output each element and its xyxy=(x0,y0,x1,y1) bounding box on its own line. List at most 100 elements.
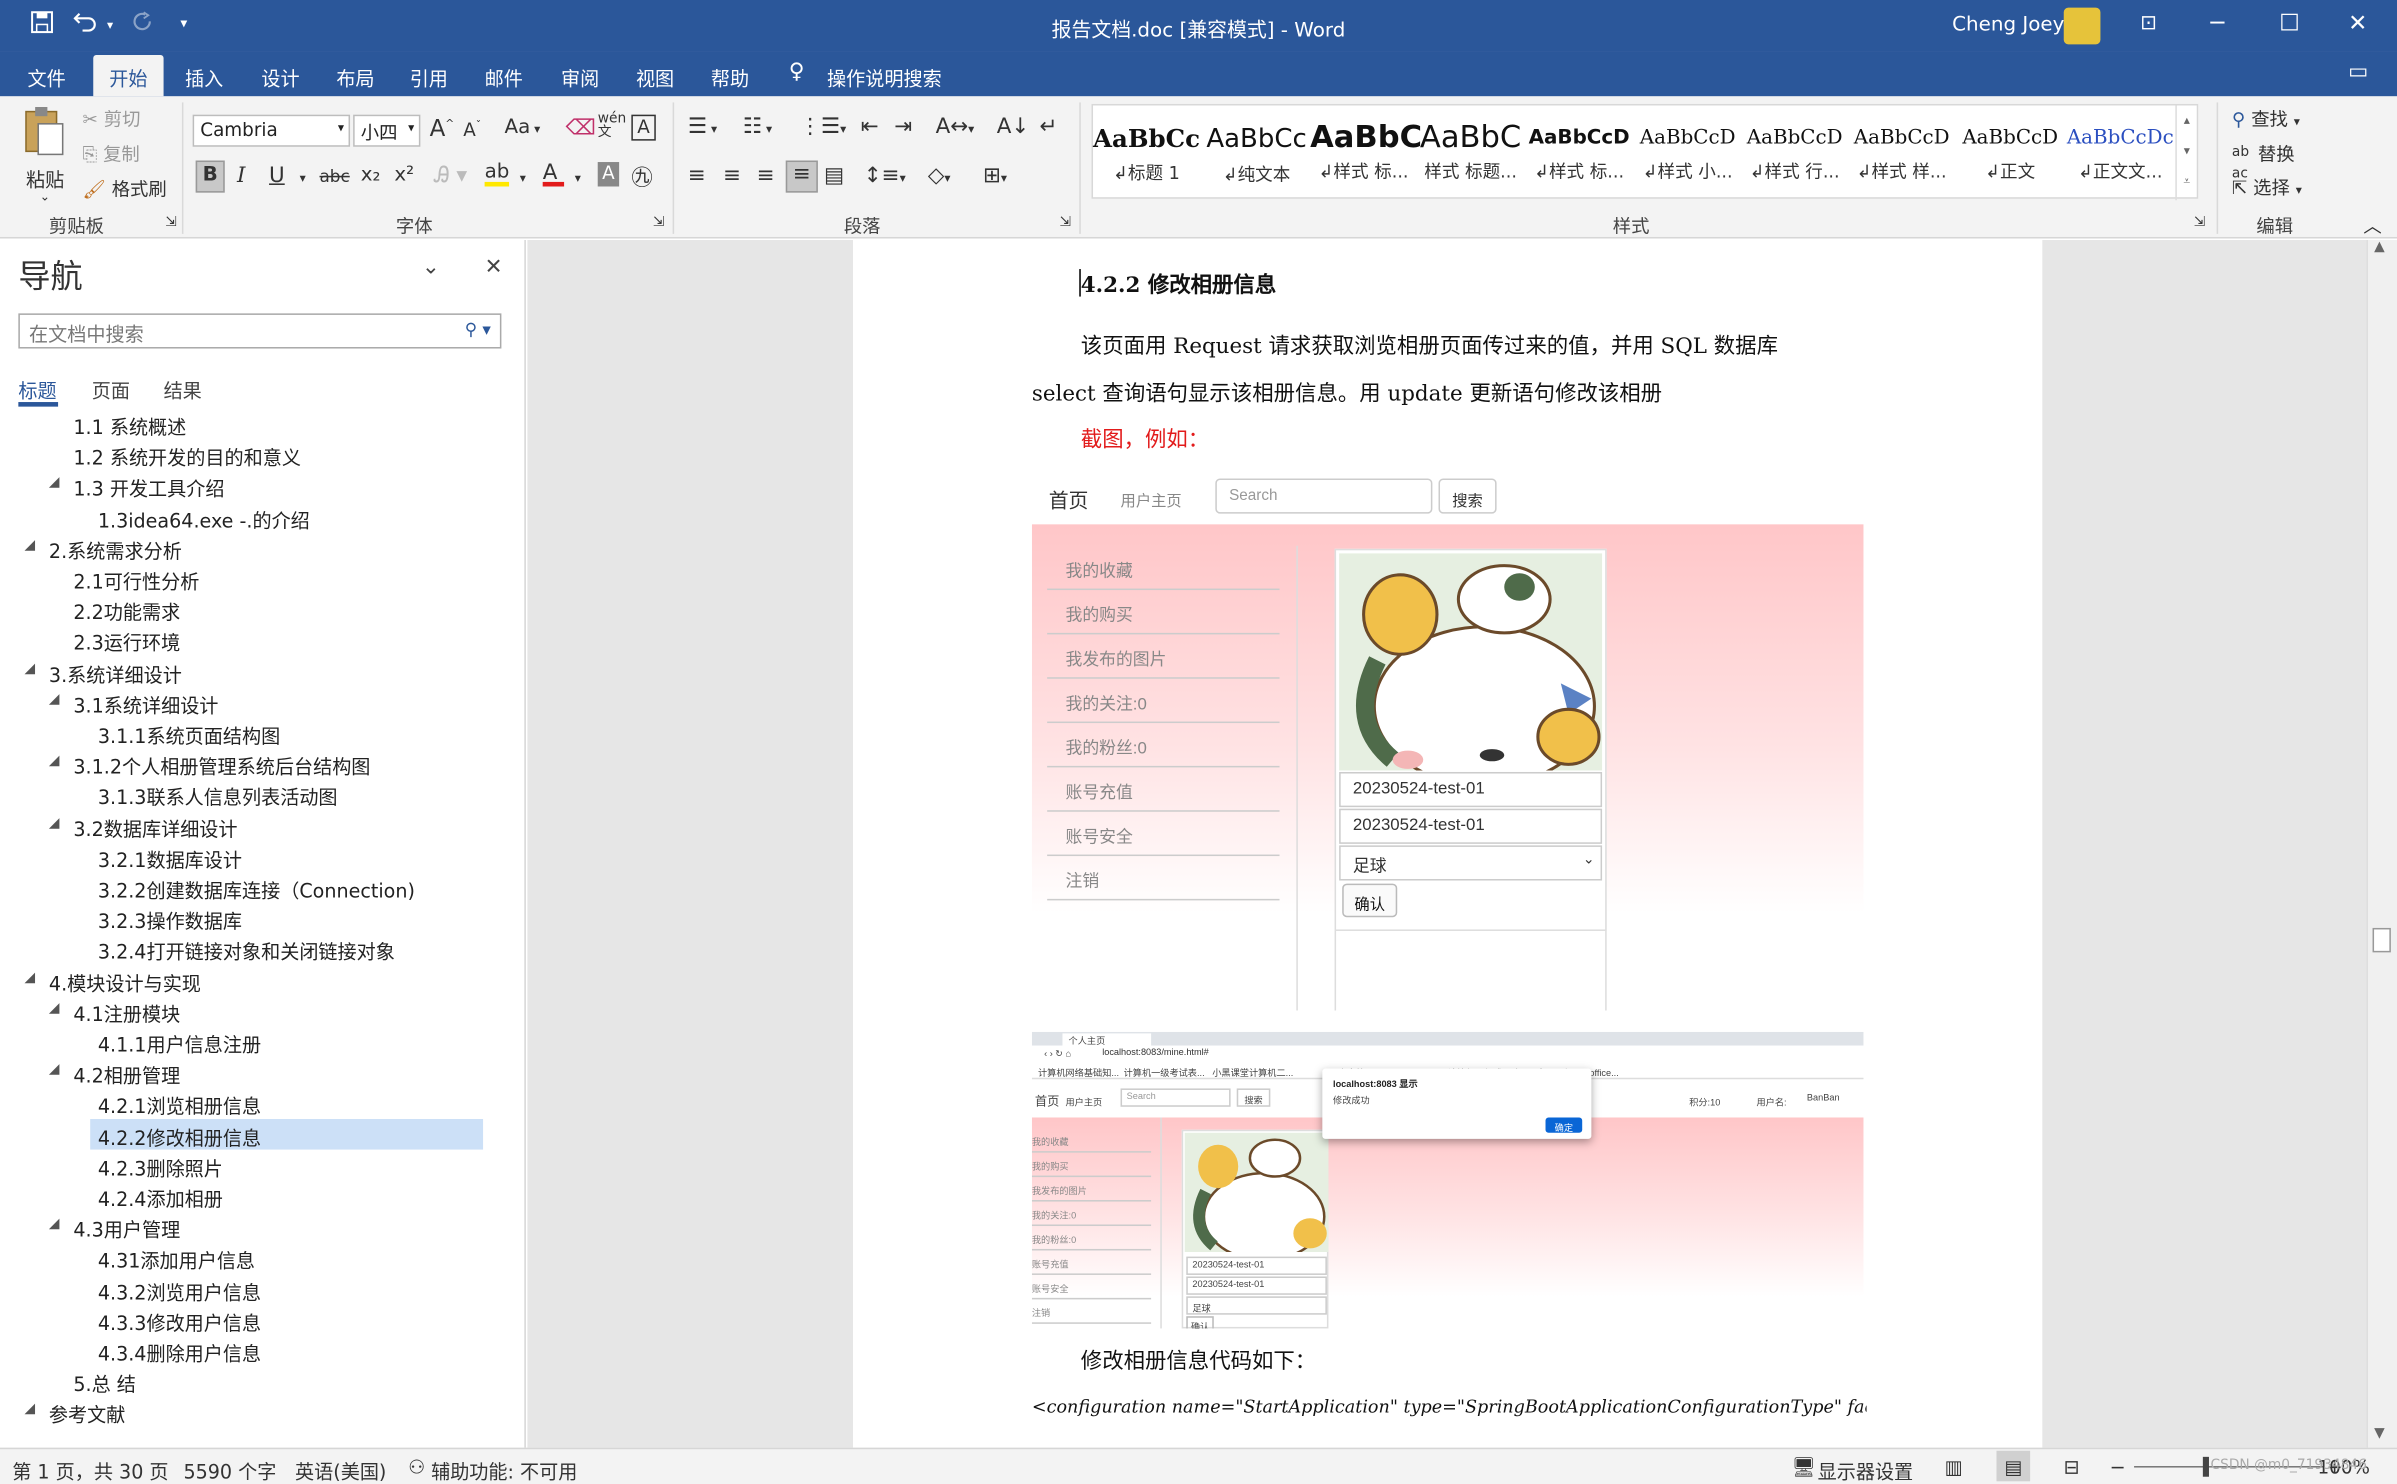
tab-home[interactable]: 开始 xyxy=(93,55,164,97)
style-line[interactable]: AaBbCcD ↲样式 行... xyxy=(1741,105,1848,200)
print-layout-icon[interactable]: ▤ xyxy=(1996,1450,2031,1482)
collapse-triangle-icon[interactable]: ◢ xyxy=(24,661,35,676)
tab-insert[interactable]: 插入 xyxy=(185,63,223,92)
paste-dropdown-icon[interactable]: ⌄ xyxy=(40,190,50,204)
bullets-icon[interactable]: ☰ ▾ xyxy=(688,115,717,139)
highlight-dropdown-icon[interactable]: ▾ xyxy=(520,171,526,185)
collapse-triangle-icon[interactable]: ◢ xyxy=(24,970,35,985)
nav-heading-item[interactable]: 4.2.1浏览相册信息 xyxy=(0,1088,520,1118)
nav-heading-item[interactable]: 4.2.4添加相册 xyxy=(0,1180,520,1211)
font-size-select[interactable]: 小四 ▾ xyxy=(353,114,421,147)
collapse-ribbon-icon[interactable]: ︿ xyxy=(2363,212,2381,238)
increase-indent-icon[interactable]: ⇥ xyxy=(894,115,912,139)
style-normal[interactable]: AaBbCcD ↲正文 xyxy=(1957,105,2064,200)
document-page[interactable]: 4.2.2 修改相册信息 该页面用 Request 请求获取浏览相册页面传过来的… xyxy=(853,240,2043,1448)
nav-heading-item[interactable]: ◢ 4.1注册模块 xyxy=(0,995,520,1025)
clipboard-launcher-icon[interactable]: ⇲ xyxy=(165,216,177,231)
subscript-button[interactable]: x₂ xyxy=(361,164,381,187)
replace-label[interactable]: 替换 xyxy=(2258,141,2295,167)
sort-icon[interactable]: A↓ xyxy=(997,115,1030,139)
nav-heading-item[interactable]: 3.2.1数据库设计 xyxy=(0,840,520,871)
nav-heading-item[interactable]: 3.2.3操作数据库 xyxy=(0,902,520,933)
collapse-triangle-icon[interactable]: ◢ xyxy=(49,816,60,831)
nav-heading-item[interactable]: ◢ 3.系统详细设计 xyxy=(0,655,520,685)
nav-heading-item[interactable]: 4.1.1用户信息注册 xyxy=(0,1026,520,1056)
strikethrough-button[interactable]: abc xyxy=(319,167,349,187)
style-plain-text[interactable]: AaBbCc ↲纯文本 xyxy=(1203,105,1310,200)
nav-heading-item[interactable]: ◢ 2.系统需求分析 xyxy=(0,532,520,562)
tab-file[interactable]: 文件 xyxy=(28,63,66,92)
font-color-dropdown-icon[interactable]: ▾ xyxy=(575,171,581,185)
collapse-triangle-icon[interactable]: ◢ xyxy=(49,1063,60,1078)
nav-heading-item[interactable]: ◢ 4.模块设计与实现 xyxy=(0,964,520,994)
select-button[interactable]: ⇱ 选择 ▾ xyxy=(2232,174,2302,200)
align-center-icon[interactable]: ≡ xyxy=(723,164,741,188)
maximize-icon[interactable]: ☐ xyxy=(2279,9,2300,37)
borders-icon[interactable]: ⊞▾ xyxy=(983,164,1007,188)
nav-heading-item[interactable]: 1.1 系统概述 xyxy=(0,417,520,438)
change-case-button[interactable]: Aa ▾ xyxy=(504,116,540,139)
character-shading-icon[interactable]: A xyxy=(597,162,620,187)
zoom-thumb[interactable] xyxy=(2202,1456,2209,1477)
highlight-color-icon[interactable]: ab xyxy=(484,161,509,187)
nav-heading-item[interactable]: 4.31添加用户信息 xyxy=(0,1242,520,1273)
underline-button[interactable]: U xyxy=(269,164,285,188)
nav-tab-pages[interactable]: 页面 xyxy=(92,375,130,404)
comments-icon[interactable]: ▭ xyxy=(2348,60,2368,84)
display-settings[interactable]: 显示器设置 xyxy=(1818,1455,1914,1484)
tab-review[interactable]: 审阅 xyxy=(561,63,599,92)
show-marks-icon[interactable]: ↵ xyxy=(1040,115,1058,139)
nav-heading-item[interactable]: 1.3idea64.exe -.的介绍 xyxy=(0,501,520,531)
paragraph-launcher-icon[interactable]: ⇲ xyxy=(1059,216,1071,231)
align-right-icon[interactable]: ≡ xyxy=(757,164,775,188)
clear-formatting-icon[interactable]: ⌫ xyxy=(566,116,596,140)
scroll-down-icon[interactable]: ▼ xyxy=(2374,1426,2385,1441)
style-heading-a[interactable]: AaBbC ↲样式 标... xyxy=(1310,105,1422,200)
italic-button[interactable]: I xyxy=(237,164,245,188)
text-effects-icon[interactable]: Ꭿ ▾ xyxy=(434,164,467,188)
numbering-icon[interactable]: ☷ ▾ xyxy=(743,115,772,139)
style-heading-c[interactable]: AaBbCcD ↲样式 标... xyxy=(1526,105,1633,200)
format-painter-button[interactable]: 🖌 格式刷 xyxy=(83,176,167,202)
user-name[interactable]: Cheng Joey xyxy=(1952,14,2064,37)
enclose-characters-icon[interactable]: ㊈ xyxy=(631,162,652,193)
language[interactable]: 英语(美国) xyxy=(295,1455,386,1484)
minimize-icon[interactable]: ─ xyxy=(2211,9,2225,37)
tab-references[interactable]: 引用 xyxy=(410,63,448,92)
shrink-font-button[interactable]: Aˇ xyxy=(463,119,481,140)
gallery-scroll[interactable]: ▴ ▾ ⩡ xyxy=(2175,105,2196,201)
copy-button[interactable]: ⎘ 复制 xyxy=(83,141,140,167)
style-heading1[interactable]: AaBbCc ↲标题 1 xyxy=(1093,105,1200,200)
find-button[interactable]: ⚲ 查找 ▾ xyxy=(2232,105,2300,131)
character-border-icon[interactable]: A xyxy=(631,114,656,141)
scroll-thumb[interactable] xyxy=(2372,927,2391,953)
nav-heading-item[interactable]: 4.2.2修改相册信息 xyxy=(90,1118,484,1149)
word-count[interactable]: 5590 个字 xyxy=(183,1455,276,1484)
web-layout-icon[interactable]: ⊟ xyxy=(2064,1455,2080,1478)
accessibility-status[interactable]: 辅助功能: 不可用 xyxy=(431,1455,577,1484)
nav-heading-item[interactable]: ◢ 4.2相册管理 xyxy=(0,1057,520,1087)
font-launcher-icon[interactable]: ⇲ xyxy=(653,216,665,231)
vertical-scrollbar[interactable]: ▲ ▼ xyxy=(2366,240,2397,1448)
nav-options-icon[interactable]: ⌄ xyxy=(422,255,440,279)
text-direction-icon[interactable]: A↔▾ xyxy=(936,115,975,139)
search-icon[interactable]: ⚲ ▾ xyxy=(465,319,491,339)
nav-heading-item[interactable]: ◢ 1.3 开发工具介绍 xyxy=(0,470,520,500)
tab-mailings[interactable]: 邮件 xyxy=(485,63,523,92)
nav-tab-results[interactable]: 结果 xyxy=(164,375,202,404)
ribbon-display-options-icon[interactable]: ⊡ xyxy=(2140,12,2157,35)
nav-heading-item[interactable]: 3.2.4打开链接对象和关闭链接对象 xyxy=(0,933,520,964)
nav-heading-item[interactable]: 4.2.3删除照片 xyxy=(0,1149,520,1180)
nav-heading-item[interactable]: 4.3.4删除用户信息 xyxy=(0,1335,520,1365)
collapse-triangle-icon[interactable]: ◢ xyxy=(24,1402,35,1417)
underline-dropdown-icon[interactable]: ▾ xyxy=(300,171,306,185)
nav-heading-item[interactable]: ◢ 3.1系统详细设计 xyxy=(0,686,520,716)
distributed-icon[interactable]: ▤ xyxy=(824,164,844,188)
nav-heading-item[interactable]: ◢ 参考文献 xyxy=(0,1396,520,1426)
style-small[interactable]: AaBbCcD ↲样式 小... xyxy=(1634,105,1741,200)
style-sample[interactable]: AaBbCcD ↲样式 样... xyxy=(1848,105,1955,200)
nav-heading-item[interactable]: 3.1.3联系人信息列表活动图 xyxy=(0,779,520,809)
justify-icon[interactable]: ≡ xyxy=(785,160,818,193)
tab-design[interactable]: 设计 xyxy=(261,63,299,92)
nav-heading-item[interactable]: 2.1可行性分析 xyxy=(0,563,520,593)
